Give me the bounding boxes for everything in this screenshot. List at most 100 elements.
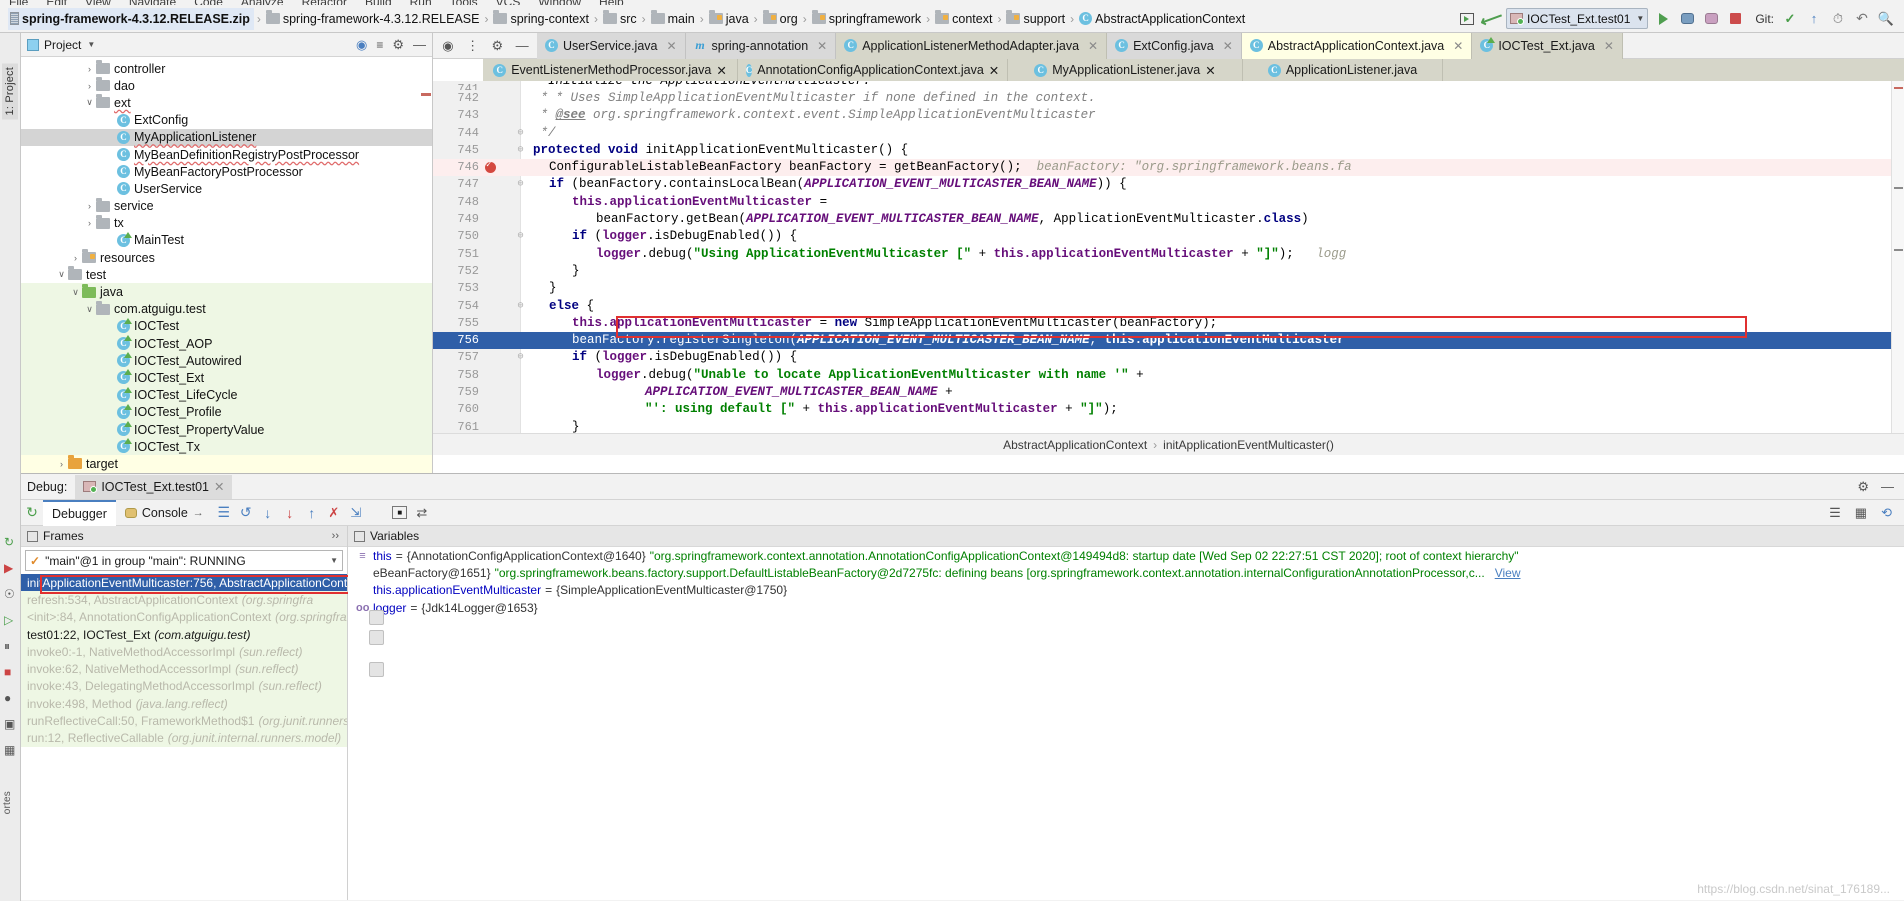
git-commit-button[interactable]: ↑ [1803,8,1825,30]
panel-link-button[interactable] [369,662,384,677]
fold-icon[interactable]: ⊖ [515,176,526,193]
tree-item-tx[interactable]: › tx [21,214,432,232]
tree-item-userservice[interactable]: C UserService [21,180,432,197]
twisty-icon[interactable]: › [83,218,96,228]
stop-button[interactable] [1724,8,1746,30]
pause-icon[interactable]: ⏸ [4,639,18,653]
close-icon[interactable]: ✕ [817,39,827,53]
restart-debug-icon[interactable]: ↻ [21,502,43,524]
view-breakpoints-icon[interactable]: ● [4,691,18,705]
variable-row[interactable]: ≡ this = {AnnotationConfigApplicationCon… [348,547,1904,564]
project-tree[interactable]: › controller › dao ∨ ext C ExtConfig C M… [21,57,432,490]
evaluate-expression-icon[interactable]: ■ [389,502,411,524]
error-stripe-column[interactable] [1891,81,1904,455]
step-into-icon[interactable]: ↓ [257,502,279,524]
variable-row[interactable]: oo logger = {Jdk14Logger@1653} [348,599,1904,616]
layout-icon[interactable]: ☰ [213,502,235,524]
frame-row[interactable]: runReflectiveCall:50, FrameworkMethod$1 … [21,712,347,730]
run-button[interactable] [1652,8,1674,30]
breadcrumb-item-java[interactable]: java [707,8,751,30]
rerun-icon[interactable]: ↻ [4,535,18,549]
breadcrumb-item-src[interactable]: src [601,8,639,30]
frame-row[interactable]: <init>:84, AnnotationConfigApplicationCo… [21,608,347,626]
breadcrumb-item-spring-context[interactable]: spring-context [491,8,591,30]
tree-item-ioctest-tx[interactable]: C IOCTest_Tx [21,438,432,456]
step-over-icon[interactable]: ↺ [235,502,257,524]
twisty-icon[interactable]: ∨ [83,304,96,315]
fold-icon[interactable]: ⊖ [515,125,526,142]
breadcrumb-class[interactable]: AbstractApplicationContext [1003,438,1147,452]
breadcrumb-method[interactable]: initApplicationEventMulticaster() [1163,438,1334,452]
tree-item-maintest[interactable]: C MainTest [21,231,432,249]
undo-button[interactable]: ↶ [1851,8,1873,30]
thread-selector[interactable]: ✓ "main"@1 in group "main": RUNNING ▼ [25,550,343,571]
twisty-icon[interactable]: › [55,459,68,469]
fold-icon[interactable]: ⊖ [515,349,526,366]
tree-item-resources[interactable]: › resources [21,249,432,266]
settings-icon[interactable]: ⇄ [411,502,433,524]
twisty-icon[interactable]: ∨ [69,287,82,298]
tab-extconfig-java[interactable]: C ExtConfig.java ✕ [1107,32,1242,59]
git-update-button[interactable]: ✓ [1779,8,1801,30]
hide-panel-icon[interactable]: — [413,37,426,52]
twisty-icon[interactable]: ∨ [83,97,96,108]
tab-debugger[interactable]: Debugger [43,499,116,526]
settings-gear-icon[interactable]: ⚙ [392,37,404,53]
collapse-all-icon[interactable]: ≡ [376,38,383,52]
tab-applicationlistenermethodadapter-java[interactable]: C ApplicationListenerMethodAdapter.java … [836,32,1108,59]
tree-item-mybeanfactorypostprocessor[interactable]: C MyBeanFactoryPostProcessor [21,163,432,180]
tree-item-extconfig[interactable]: C ExtConfig [21,112,432,129]
tree-item-ioctest-propertyvalue[interactable]: C IOCTest_PropertyValue [21,420,432,439]
breadcrumb-item-org[interactable]: org [761,8,800,30]
tab-ioctest-ext-java[interactable]: C IOCTest_Ext.java ✕ [1472,32,1623,59]
breakpoint-icon[interactable] [485,160,496,174]
drop-frame-icon[interactable]: ✗ [323,502,345,524]
sidebar-tab-favorites[interactable]: ortes [2,791,13,814]
step-over-icon[interactable]: ▷ [4,613,18,627]
breadcrumb-item-zip[interactable]: spring-framework-4.3.12.RELEASE.zip [8,7,254,30]
tab-applicationlistener-java[interactable]: C ApplicationListener.java [1243,59,1443,81]
twisty-icon[interactable]: › [83,64,96,74]
chevron-icon[interactable]: ›› [332,530,347,542]
tree-item-ioctest-profile[interactable]: C IOCTest_Profile [21,403,432,421]
list-view-icon[interactable]: ☰ [1829,505,1841,521]
tree-item-ioctest-aop[interactable]: C IOCTest_AOP [21,335,432,353]
breadcrumb-item-release[interactable]: spring-framework-4.3.12.RELEASE [264,8,482,30]
run-configuration-selector[interactable]: IOCTest_Ext.test01 ▼ [1506,8,1649,29]
debug-session-tab[interactable]: IOCTest_Ext.test01 ✕ [75,474,233,499]
chevron-down-icon[interactable]: ▼ [87,40,95,49]
tab-abstractapplicationcontext-java[interactable]: C AbstractApplicationContext.java ✕ [1241,32,1473,59]
run-with-coverage-button[interactable] [1700,8,1722,30]
sidebar-tab-project[interactable]: 1: Project [2,63,18,120]
tree-item-mybeandefinitionregistrypostprocessor[interactable]: C MyBeanDefinitionRegistryPostProcessor [21,146,432,163]
tree-item-ioctest[interactable]: C IOCTest [21,317,432,335]
panel-collapse-down-button[interactable] [369,630,384,645]
close-icon[interactable]: ✕ [1088,39,1098,53]
twisty-icon[interactable]: › [69,253,82,263]
close-icon[interactable]: ✕ [666,39,676,53]
close-icon[interactable]: ✕ [989,63,999,78]
settings-gear-icon[interactable]: ⚙ [491,38,505,53]
breadcrumb-item-main[interactable]: main [649,8,697,30]
panel-collapse-up-button[interactable] [369,610,384,625]
fold-icon[interactable]: ⊖ [515,298,526,315]
fold-icon[interactable]: ⊖ [515,142,526,159]
settings-gear-icon[interactable]: ⚙ [1857,479,1869,495]
frame-row[interactable]: test01:22, IOCTest_Ext (com.atguigu.test… [21,625,347,644]
stop-icon[interactable]: ■ [4,665,18,679]
tree-item-target[interactable]: › target [21,455,432,473]
run-to-cursor-icon[interactable]: ⇲ [345,502,367,524]
code-editor[interactable]: 741 * Initialize the ApplicationEventMul… [433,81,1904,455]
tree-item-ioctest-lifecycle[interactable]: C IOCTest_LifeCycle [21,386,432,404]
debug-button[interactable] [1676,8,1698,30]
tree-item-ioctest-ext[interactable]: C IOCTest_Ext [21,369,432,387]
tree-item-com-atguigu-test[interactable]: ∨ com.atguigu.test [21,300,432,318]
pin-icon[interactable]: → [193,507,204,519]
twisty-icon[interactable]: ∨ [55,269,68,280]
frame-row[interactable]: invoke0:-1, NativeMethodAccessorImpl (su… [21,643,347,661]
twisty-icon[interactable]: › [83,201,96,211]
hide-panel-icon[interactable]: — [515,38,529,53]
locate-icon[interactable]: ◉ [356,37,367,53]
breadcrumb-item-class[interactable]: C AbstractApplicationContext [1077,8,1247,30]
tab-userservice-java[interactable]: C UserService.java ✕ [537,32,686,59]
